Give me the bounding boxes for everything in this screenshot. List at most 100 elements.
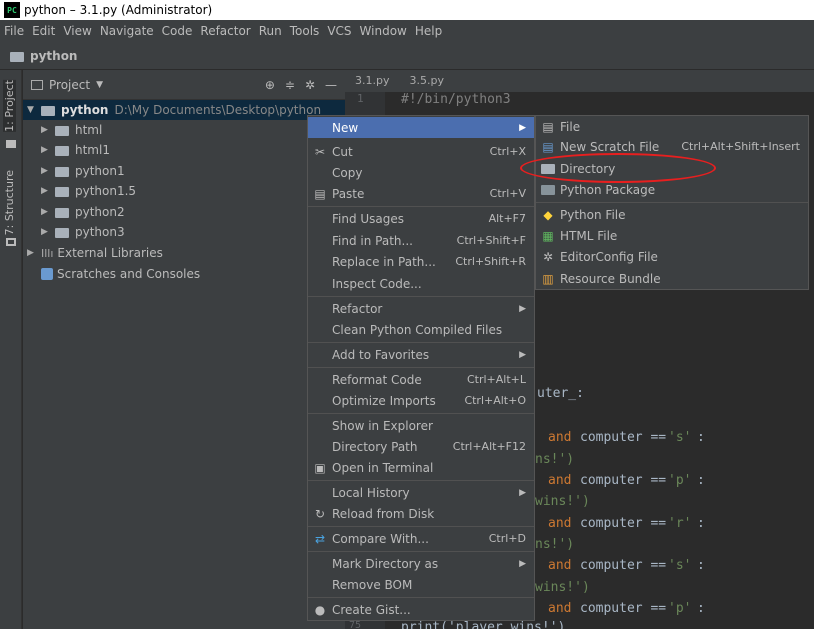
title-bar: PC python – 3.1.py (Administrator) — [0, 0, 814, 20]
menu-item-cut[interactable]: ✂ Cut Ctrl+X — [308, 141, 534, 162]
menu-file[interactable]: File — [4, 24, 24, 38]
gear-icon: ✲ — [542, 249, 554, 264]
tab-structure[interactable]: 7: Structure — [3, 170, 16, 235]
menu-item-create-gist[interactable]: ● Create Gist... — [308, 599, 534, 620]
chevron-down-icon[interactable]: ▼ — [96, 80, 103, 90]
code-keyword: and — [548, 430, 572, 445]
menu-item-replace-in-path[interactable]: Replace in Path... Ctrl+Shift+R — [308, 251, 534, 272]
menu-item-reload-from-disk[interactable]: ↻ Reload from Disk — [308, 503, 534, 524]
menu-item-clean-compiled[interactable]: Clean Python Compiled Files — [308, 319, 534, 340]
tree-root-python[interactable]: ▼ python D:\My Documents\Desktop\python — [23, 100, 345, 120]
project-panel-header: Project ▼ ⊕ ≑ ✲ — — [23, 70, 345, 100]
tab-project[interactable]: 1: Project — [3, 80, 16, 132]
menu-separator — [308, 597, 534, 598]
submenu-item-resource-bundle[interactable]: ▥ Resource Bundle — [536, 268, 808, 289]
menu-item-directory-path[interactable]: Directory Path Ctrl+Alt+F12 — [308, 436, 534, 457]
menu-item-label: Copy — [332, 165, 363, 180]
menu-item-label: Mark Directory as — [332, 556, 439, 571]
menu-item-new[interactable]: New ▶ — [308, 117, 534, 138]
hide-panel-icon[interactable]: — — [325, 78, 337, 92]
tree-item-python1[interactable]: ▶ python1 — [41, 161, 125, 181]
menu-separator — [308, 342, 534, 343]
editor-tabs: 3.1.py 3.5.py — [345, 70, 814, 92]
menu-item-shortcut: Ctrl+Alt+O — [464, 394, 526, 407]
menu-item-local-history[interactable]: Local History ▶ — [308, 482, 534, 503]
menu-tools[interactable]: Tools — [290, 24, 320, 38]
menu-vcs[interactable]: VCS — [327, 24, 351, 38]
menu-item-show-in-explorer[interactable]: Show in Explorer — [308, 415, 534, 436]
collapse-all-icon[interactable]: ≑ — [285, 78, 295, 92]
menu-run[interactable]: Run — [259, 24, 282, 38]
collapse-arrow-icon[interactable]: ▶ — [41, 125, 55, 135]
collapse-arrow-icon[interactable]: ▶ — [41, 207, 55, 217]
tree-item-python1-5[interactable]: ▶ python1.5 — [41, 181, 136, 201]
menu-item-refactor[interactable]: Refactor ▶ — [308, 298, 534, 319]
nav-project-name[interactable]: python — [30, 49, 77, 63]
menu-item-label: Clean Python Compiled Files — [332, 322, 503, 337]
menu-view[interactable]: View — [63, 24, 91, 38]
tree-item-html1[interactable]: ▶ html1 — [41, 140, 110, 160]
menu-item-add-to-favorites[interactable]: Add to Favorites ▶ — [308, 344, 534, 365]
tab-3-1-py[interactable]: 3.1.py — [345, 70, 399, 92]
collapse-arrow-icon[interactable]: ▶ — [41, 227, 55, 237]
collapse-arrow-icon[interactable]: ▶ — [27, 248, 41, 258]
submenu-item-file[interactable]: ▤ File — [536, 116, 808, 137]
menu-item-label: Create Gist... — [332, 602, 411, 617]
menu-navigate[interactable]: Navigate — [100, 24, 154, 38]
tree-item-python3[interactable]: ▶ python3 — [41, 222, 125, 242]
submenu-item-label: Resource Bundle — [560, 271, 661, 286]
menu-item-label: Add to Favorites — [332, 347, 430, 362]
menu-item-label: Paste — [332, 186, 365, 201]
tree-item-python2[interactable]: ▶ python2 — [41, 202, 125, 222]
collapse-arrow-icon[interactable]: ▶ — [41, 145, 55, 155]
menu-item-reformat-code[interactable]: Reformat Code Ctrl+Alt+L — [308, 369, 534, 390]
folder-icon — [55, 126, 69, 136]
python-icon: ◆ — [543, 207, 553, 222]
folder-icon — [41, 106, 55, 116]
submenu-item-html-file[interactable]: ▦ HTML File — [536, 225, 808, 246]
menu-item-optimize-imports[interactable]: Optimize Imports Ctrl+Alt+O — [308, 390, 534, 411]
tool-window-strip: 1: Project 7: Structure — [0, 70, 22, 629]
menu-edit[interactable]: Edit — [32, 24, 55, 38]
menu-item-copy[interactable]: Copy — [308, 162, 534, 183]
submenu-item-python-package[interactable]: Python Package — [536, 179, 808, 200]
menu-item-open-in-terminal[interactable]: ▣ Open in Terminal — [308, 457, 534, 478]
menu-item-mark-directory-as[interactable]: Mark Directory as ▶ — [308, 553, 534, 574]
tree-item-scratches[interactable]: Scratches and Consoles — [41, 264, 200, 284]
menu-item-find-usages[interactable]: Find Usages Alt+F7 — [308, 208, 534, 229]
submenu-item-editorconfig-file[interactable]: ✲ EditorConfig File — [536, 246, 808, 267]
locate-icon[interactable]: ⊕ — [265, 78, 275, 92]
code-fragment: computer == — [580, 601, 667, 616]
submenu-item-label: Python Package — [560, 182, 656, 197]
menu-refactor[interactable]: Refactor — [200, 24, 250, 38]
tree-item-external-libraries[interactable]: ▶ Illı External Libraries — [27, 243, 163, 263]
menu-item-inspect-code[interactable]: Inspect Code... — [308, 273, 534, 294]
project-tab-icon — [6, 140, 16, 148]
menu-item-label: Replace in Path... — [332, 254, 436, 269]
expand-arrow-icon[interactable]: ▼ — [27, 105, 41, 115]
tree-item-html[interactable]: ▶ html — [41, 120, 102, 140]
gear-icon[interactable]: ✲ — [305, 78, 315, 92]
code-keyword: and — [548, 473, 572, 488]
menu-window[interactable]: Window — [360, 24, 407, 38]
navigation-bar: python — [0, 42, 814, 70]
collapse-arrow-icon[interactable]: ▶ — [41, 166, 55, 176]
menu-item-paste[interactable]: ▤ Paste Ctrl+V — [308, 183, 534, 204]
menu-item-compare-with[interactable]: ⇄ Compare With... Ctrl+D — [308, 528, 534, 549]
menu-code[interactable]: Code — [162, 24, 193, 38]
menu-item-find-in-path[interactable]: Find in Path... Ctrl+Shift+F — [308, 230, 534, 251]
submenu-item-label: New Scratch File — [560, 139, 660, 154]
menu-item-remove-bom[interactable]: Remove BOM — [308, 574, 534, 595]
new-submenu: ▤ File ▤ New Scratch File Ctrl+Alt+Shift… — [535, 115, 809, 290]
menu-item-label: Find Usages — [332, 211, 405, 226]
submenu-item-python-file[interactable]: ◆ Python File — [536, 204, 808, 225]
terminal-icon: ▣ — [314, 460, 326, 475]
tab-3-5-py[interactable]: 3.5.py — [399, 70, 453, 92]
menu-item-shortcut: Ctrl+V — [489, 187, 526, 200]
file-icon: ▤ — [542, 119, 554, 134]
submenu-arrow-icon: ▶ — [519, 558, 526, 569]
tree-root-path: D:\My Documents\Desktop\python — [114, 103, 322, 117]
menu-help[interactable]: Help — [415, 24, 442, 38]
collapse-arrow-icon[interactable]: ▶ — [41, 186, 55, 196]
project-panel-title[interactable]: Project — [49, 78, 90, 92]
